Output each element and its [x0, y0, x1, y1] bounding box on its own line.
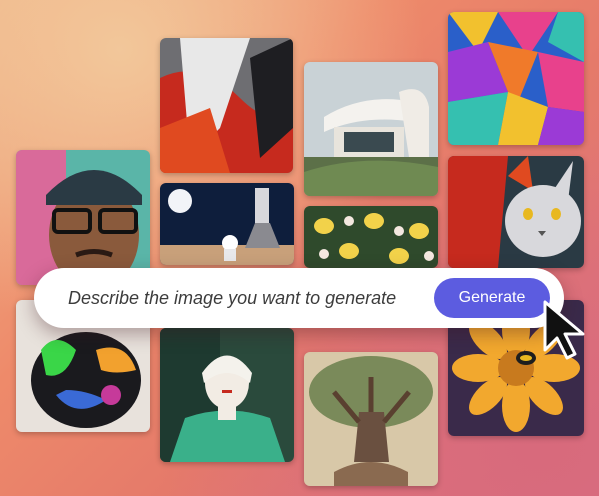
cursor-arrow-icon — [543, 300, 585, 360]
tile-abstract-paint[interactable] — [160, 38, 293, 173]
woman-illustration-image — [160, 328, 294, 462]
astronaut-rocket-image — [160, 183, 294, 265]
lemon-pattern-image — [304, 206, 438, 268]
tile-modern-house[interactable] — [304, 62, 438, 196]
tile-woman-illustration[interactable] — [160, 328, 294, 462]
geometric-shapes-image — [448, 12, 584, 145]
tile-geometric-shapes[interactable] — [448, 12, 584, 145]
prompt-bar: Describe the image you want to generate … — [34, 268, 564, 328]
abstract-paint-image — [160, 38, 293, 173]
tree-image — [304, 352, 438, 486]
tile-tree[interactable] — [304, 352, 438, 486]
modern-house-image — [304, 62, 438, 196]
tile-red-cat[interactable] — [448, 156, 584, 268]
tile-astronaut-rocket[interactable] — [160, 183, 294, 265]
tile-lemon-pattern[interactable] — [304, 206, 438, 268]
generate-button[interactable]: Generate — [434, 278, 550, 318]
tile-man-glasses[interactable] — [16, 150, 150, 285]
prompt-input[interactable]: Describe the image you want to generate — [68, 288, 434, 309]
man-glasses-image — [16, 150, 150, 285]
red-cat-image — [448, 156, 584, 268]
